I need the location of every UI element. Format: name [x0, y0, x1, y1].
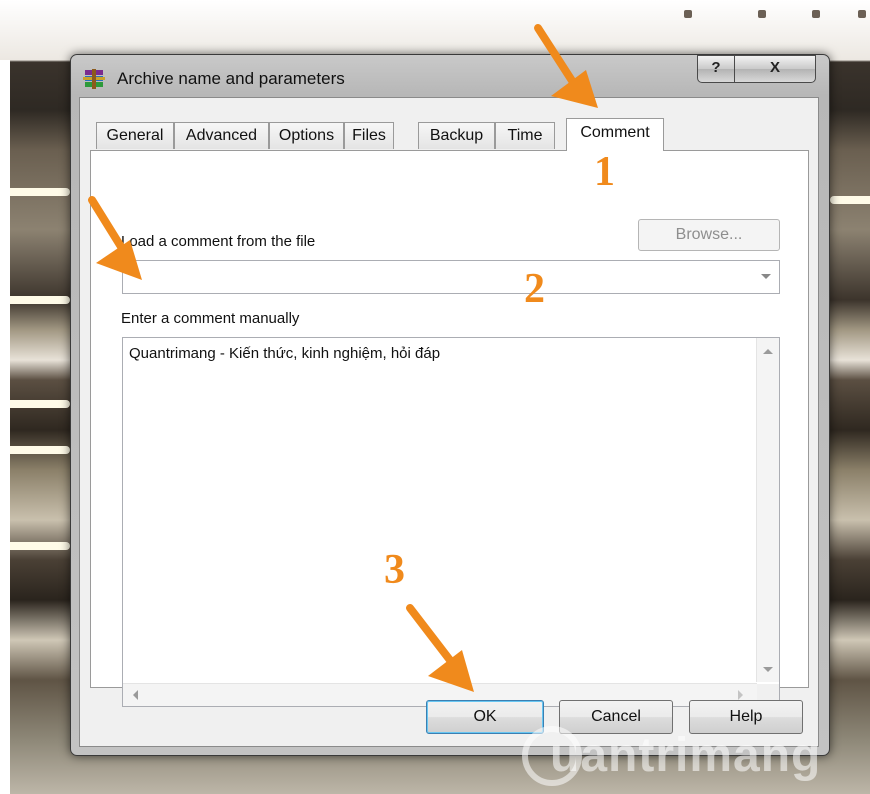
step-number-3: 3	[384, 547, 405, 593]
watermark-text: uantrimang	[550, 729, 822, 782]
tab-comment[interactable]: Comment	[566, 118, 664, 151]
step-number-2: 2	[524, 266, 545, 312]
annotation-arrows	[88, 24, 598, 692]
step-number-1: 1	[594, 149, 615, 195]
arrow-to-ok-button	[406, 604, 460, 672]
